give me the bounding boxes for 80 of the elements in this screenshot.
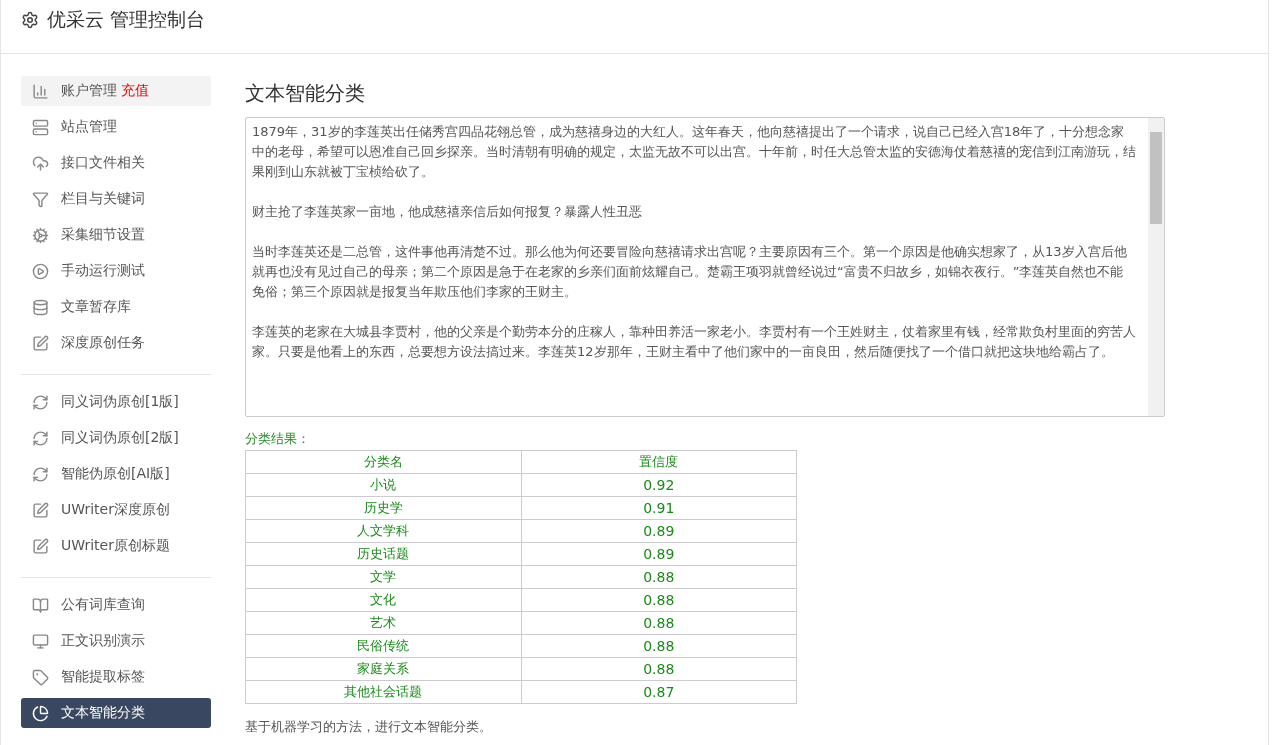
pencil-square-icon <box>32 537 49 555</box>
sidebar-label: 接口文件相关 <box>61 154 145 172</box>
sidebar-label: 同义词伪原创[1版] <box>61 393 179 411</box>
sidebar-item[interactable]: 文章暂存库 <box>21 292 211 322</box>
table-cell: 0.88 <box>521 611 797 635</box>
table-cell: 民俗传统 <box>245 634 521 658</box>
sidebar-label: 公有词库查询 <box>61 596 145 614</box>
sidebar-label: 深度原创任务 <box>61 334 145 352</box>
sidebar-item[interactable]: 账户管理 充值 <box>21 76 211 106</box>
sidebar-item[interactable]: 同义词伪原创[1版] <box>21 387 211 417</box>
app-title: 优采云 管理控制台 <box>47 6 206 32</box>
refresh-icon <box>32 393 49 411</box>
sidebar-label: UWriter深度原创 <box>61 501 170 519</box>
cloud-upload-icon <box>32 154 49 172</box>
table-cell: 0.89 <box>521 542 797 566</box>
sidebar-label: 手动运行测试 <box>61 262 145 280</box>
table-cell: 0.88 <box>521 588 797 612</box>
table-cell: 人文学科 <box>245 519 521 543</box>
refresh-icon <box>32 429 49 447</box>
table-cell: 历史话题 <box>245 542 521 566</box>
sidebar-item[interactable]: 同义词伪原创[2版] <box>21 423 211 453</box>
database-icon <box>32 298 49 316</box>
table-cell: 小说 <box>245 473 521 497</box>
text-input-field[interactable]: 1879年，31岁的李莲英出任储秀宫四品花翎总管，成为慈禧身边的大红人。这年春天，他向慈禧提出了一个请求，说自己已经入宫18年了，十分想念家中的老母，希望可以恩准自己回乡探亲。当时清朝有明确的规定，太监无故不可以出宫。十年前，时任大总管太监的安德海仗着慈禧的宠信到江南游玩，结果刚到山东就被丁宝桢给砍了。 财主抢了李莲英家一亩地，他成慈禧亲信后如何报复？暴露人性丑恶 当时李莲英还是二总管，这件事他再清楚不过。那么他为何还要冒险向慈禧请求出宫呢？主要原因有三个。第一个原因是他确实想家了，从13岁入宫后他就再也没有见过自己的母亲；第二个原因是急于在老家的乡亲们面前炫耀自己。楚霸王项羽就曾经说过“富贵不归故乡，如锦衣夜行。”李莲英自然也不能免俗；第三个原因就是报复当年欺压他们李家的王财主。 李莲英的老家在大城县李贾村，他的父亲是个勤劳本分的庄稼人，靠种田养活一家老小。李贾村有一个王姓财主，仗着家里有钱，经常欺负村里面的穷苦人家。只要是他看上的东西，总要想方设法搞过来。李莲英12岁那年，王财主看中了他们家中的一亩良田，然后随便找了一个借口就把这块地给霸占了。 <box>245 117 1165 417</box>
sidebar-item[interactable]: 智能伪原创[AI版] <box>21 459 211 489</box>
description-text: 基于机器学习的方法，进行文本智能分类。 <box>245 718 493 736</box>
table-cell: 0.88 <box>521 565 797 589</box>
pencil-square-icon <box>32 334 49 352</box>
sidebar-label: 站点管理 <box>61 118 117 136</box>
sidebar-item[interactable]: 接口文件相关 <box>21 148 211 178</box>
sidebar-item[interactable]: 文本智能分类 <box>21 698 211 728</box>
sidebar-item[interactable]: 栏目与关键词 <box>21 184 211 214</box>
sidebar-label: 同义词伪原创[2版] <box>61 429 179 447</box>
table-cell: 0.88 <box>521 634 797 658</box>
sidebar-label: 账户管理 充值 <box>61 82 149 100</box>
sidebar-item[interactable]: 智能提取标签 <box>21 662 211 692</box>
table-cell: 其他社会话题 <box>245 680 521 704</box>
table-cell: 历史学 <box>245 496 521 520</box>
sidebar-label: 正文识别演示 <box>61 632 145 650</box>
pencil-square-icon <box>32 501 49 519</box>
play-icon <box>32 262 49 280</box>
table-cell: 家庭关系 <box>245 657 521 681</box>
scrollbar[interactable] <box>1148 118 1164 416</box>
table-cell: 0.92 <box>521 473 797 497</box>
book-icon <box>32 596 49 614</box>
sidebar-label: 栏目与关键词 <box>61 190 145 208</box>
table-cell: 0.91 <box>521 496 797 520</box>
sidebar-label: 智能提取标签 <box>61 668 145 686</box>
pie-chart-icon <box>32 704 49 722</box>
sidebar-label: 智能伪原创[AI版] <box>61 465 170 483</box>
sidebar-item[interactable]: 采集细节设置 <box>21 220 211 250</box>
column-header: 置信度 <box>521 450 797 474</box>
table-cell: 0.89 <box>521 519 797 543</box>
server-icon <box>32 118 49 136</box>
table-cell: 0.87 <box>521 680 797 704</box>
settings-icon <box>21 10 39 29</box>
table-cell: 文化 <box>245 588 521 612</box>
funnel-icon <box>32 190 49 208</box>
sidebar-item[interactable]: UWriter原创标题 <box>21 531 211 561</box>
page-title: 文本智能分类 <box>245 80 366 107</box>
sidebar-label: 文章暂存库 <box>61 298 131 316</box>
table-cell: 文学 <box>245 565 521 589</box>
monitor-icon <box>32 632 49 650</box>
sidebar-item[interactable]: UWriter深度原创 <box>21 495 211 525</box>
bar-chart-icon <box>32 82 49 100</box>
sidebar-item[interactable]: 正文识别演示 <box>21 626 211 656</box>
sidebar-item[interactable]: 手动运行测试 <box>21 256 211 286</box>
sidebar-label: 采集细节设置 <box>61 226 145 244</box>
result-label: 分类结果： <box>245 430 311 448</box>
gears-icon <box>32 226 49 244</box>
sidebar-label: UWriter原创标题 <box>61 537 170 555</box>
sidebar-item[interactable]: 公有词库查询 <box>21 590 211 620</box>
refresh-icon <box>32 465 49 483</box>
tag-icon <box>32 668 49 686</box>
column-header: 分类名 <box>245 450 521 474</box>
sidebar-item[interactable]: 站点管理 <box>21 112 211 142</box>
table-cell: 0.88 <box>521 657 797 681</box>
sidebar-item[interactable]: 深度原创任务 <box>21 328 211 358</box>
sidebar-label: 文本智能分类 <box>61 704 145 722</box>
table-cell: 艺术 <box>245 611 521 635</box>
